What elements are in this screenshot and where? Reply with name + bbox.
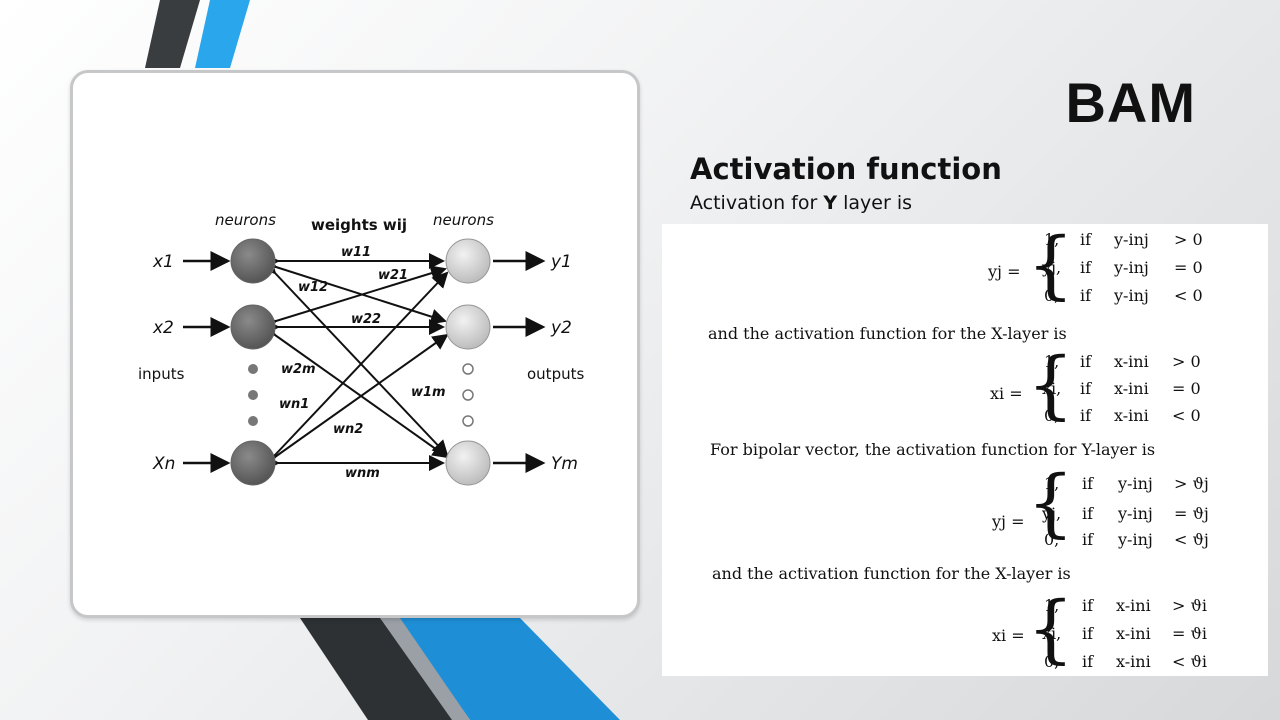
eq4-case2-value: xi, bbox=[1042, 624, 1062, 643]
eq1-case1-cond: > 0 bbox=[1174, 230, 1203, 249]
y2-neuron bbox=[445, 304, 491, 350]
eq1-case1-if: if bbox=[1080, 230, 1092, 249]
weight-label-w2m: w2m bbox=[281, 362, 316, 377]
weight-label-w11: w11 bbox=[341, 245, 371, 260]
eq2-case1-cond: > 0 bbox=[1172, 352, 1201, 371]
neurons-right-label: neurons bbox=[433, 211, 494, 229]
eq3-lhs: yj = bbox=[992, 512, 1025, 531]
eq4-case3-var: x-ini bbox=[1116, 652, 1151, 671]
outputs-label: outputs bbox=[527, 365, 584, 383]
bam-network-diagram: neurons weights wij neurons inputs outpu… bbox=[138, 211, 584, 486]
eq2-case2-var: x-ini bbox=[1114, 379, 1149, 398]
eq3-case1-cond: > ϑj bbox=[1174, 474, 1209, 493]
weight-label-wn1: wn1 bbox=[279, 397, 309, 412]
scan-text-3: and the activation function for the X-la… bbox=[712, 564, 1071, 583]
eq1-case2-cond: = 0 bbox=[1174, 258, 1203, 277]
eq4-case1-value: 1, bbox=[1044, 596, 1060, 615]
eq3-case3-value: 0, bbox=[1044, 530, 1060, 549]
stripe-dark-top bbox=[145, 0, 200, 68]
eq2-case2-value: xi, bbox=[1042, 379, 1062, 398]
ym-label: Ym bbox=[551, 454, 578, 474]
stripe-blue-top bbox=[195, 0, 250, 68]
neurons-left-label: neurons bbox=[215, 211, 276, 229]
eq4-case1-if: if bbox=[1082, 596, 1094, 615]
section-heading: Activation function bbox=[690, 152, 1002, 186]
xn-neuron bbox=[230, 440, 276, 486]
eq1-case3-var: y-inj bbox=[1114, 286, 1149, 305]
x1-label: x1 bbox=[152, 252, 174, 272]
eq4-case2-if: if bbox=[1082, 624, 1094, 643]
eq2-case1-value: 1, bbox=[1044, 352, 1060, 371]
eq2-case3-cond: < 0 bbox=[1172, 406, 1201, 425]
xn-label: Xn bbox=[152, 454, 175, 474]
x1-neuron bbox=[230, 238, 276, 284]
eq4-case3-value: 0, bbox=[1044, 652, 1060, 671]
x2-neuron bbox=[230, 304, 276, 350]
eq3-case2-value: yj, bbox=[1042, 504, 1062, 523]
eq1-case2-if: if bbox=[1080, 258, 1092, 277]
stripe-dark-bottom bbox=[300, 618, 460, 720]
eq1-case2-var: y-inj bbox=[1114, 258, 1149, 277]
weight-label-w21: w21 bbox=[378, 268, 408, 283]
eq3-case1-if: if bbox=[1082, 474, 1094, 493]
x2-label: x2 bbox=[152, 318, 174, 338]
inputs-label: inputs bbox=[138, 365, 185, 383]
weight-label-w12: w12 bbox=[298, 280, 328, 295]
eq4-lhs: xi = bbox=[992, 626, 1025, 645]
stripe-grey-bottom bbox=[380, 618, 470, 720]
intro-line: Activation for Y layer is bbox=[690, 192, 912, 214]
scanned-equations: { yj = 1, if y-inj > 0 yj, if y-inj = 0 … bbox=[662, 222, 1268, 676]
eq2-case1-if: if bbox=[1080, 352, 1092, 371]
y1-label: y1 bbox=[550, 252, 572, 272]
eq4-case3-cond: < ϑi bbox=[1172, 652, 1208, 671]
intro-suffix: layer is bbox=[837, 192, 913, 214]
eq4-case2-cond: = ϑi bbox=[1172, 624, 1208, 643]
left-ellipsis-dots bbox=[248, 364, 258, 426]
eq4-case3-if: if bbox=[1082, 652, 1094, 671]
weight-label-w22: w22 bbox=[351, 312, 381, 327]
eq4-case1-var: x-ini bbox=[1116, 596, 1151, 615]
ym-neuron bbox=[445, 440, 491, 486]
eq1-case3-if: if bbox=[1080, 286, 1092, 305]
y1-neuron bbox=[445, 238, 491, 284]
eq1-case1-value: 1, bbox=[1044, 230, 1060, 249]
right-ellipsis-dots bbox=[462, 363, 474, 427]
weight-label-wn2: wn2 bbox=[333, 422, 363, 437]
eq3-case3-if: if bbox=[1082, 530, 1094, 549]
intro-prefix: Activation for bbox=[690, 192, 824, 214]
scan-text-2: For bipolar vector, the activation funct… bbox=[710, 440, 1156, 459]
eq2-case2-if: if bbox=[1080, 379, 1092, 398]
eq1-case3-value: 0, bbox=[1044, 286, 1060, 305]
eq2-lhs: xi = bbox=[990, 384, 1023, 403]
weight-label-wnm: wnm bbox=[345, 466, 380, 481]
y2-label: y2 bbox=[550, 318, 572, 338]
network-diagram-frame: neurons weights wij neurons inputs outpu… bbox=[70, 70, 640, 618]
stripe-blue-bottom bbox=[398, 618, 620, 720]
eq2-case3-var: x-ini bbox=[1114, 406, 1149, 425]
eq3-case2-var: y-inj bbox=[1118, 504, 1153, 523]
eq2-case3-if: if bbox=[1080, 406, 1092, 425]
eq2-case3-value: 0, bbox=[1044, 406, 1060, 425]
eq1-case3-cond: < 0 bbox=[1174, 286, 1203, 305]
eq1-case1-var: y-inj bbox=[1114, 230, 1149, 249]
eq1-lhs: yj = bbox=[988, 262, 1021, 281]
eq2-case2-cond: = 0 bbox=[1172, 379, 1201, 398]
eq3-case1-var: y-inj bbox=[1118, 474, 1153, 493]
scan-text-1: and the activation function for the X-la… bbox=[708, 324, 1067, 343]
intro-bold: Y bbox=[823, 192, 838, 214]
eq1-case2-value: yj, bbox=[1042, 258, 1062, 277]
eq4-case2-var: x-ini bbox=[1116, 624, 1151, 643]
eq3-case1-value: 1, bbox=[1044, 474, 1060, 493]
eq3-case3-cond: < ϑj bbox=[1174, 530, 1209, 549]
slide-title: BAM bbox=[1065, 71, 1196, 134]
weights-label: weights wij bbox=[311, 216, 407, 234]
weight-label-w1m: w1m bbox=[411, 385, 446, 400]
eq2-case1-var: x-ini bbox=[1114, 352, 1149, 371]
eq4-case1-cond: > ϑi bbox=[1172, 596, 1208, 615]
eq3-case2-if: if bbox=[1082, 504, 1094, 523]
eq3-case2-cond: = ϑj bbox=[1174, 504, 1209, 523]
eq3-case3-var: y-inj bbox=[1118, 530, 1153, 549]
